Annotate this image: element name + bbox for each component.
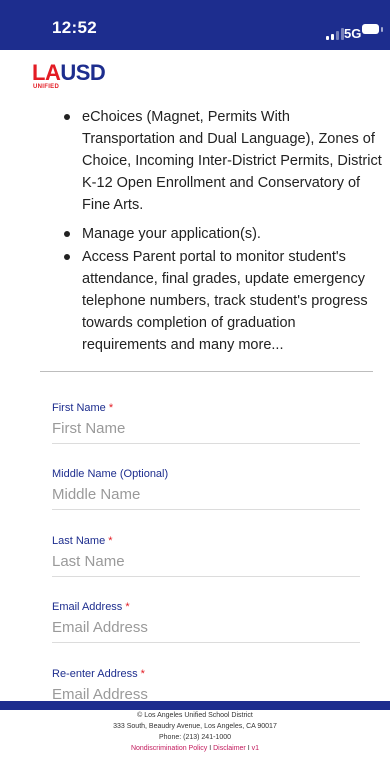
lausd-logo[interactable]: LAUSD xyxy=(32,60,106,85)
last-name-label: Last Name * xyxy=(52,534,360,548)
footer-separator: I xyxy=(247,745,250,752)
logo-usd: USD xyxy=(60,60,106,85)
email-label: Email Address * xyxy=(52,600,360,614)
list-item: eChoices (Magnet, Permits With Transport… xyxy=(64,106,382,216)
last-name-label-text: Last Name xyxy=(52,535,106,547)
first-name-field: First Name * xyxy=(52,401,360,444)
list-item: Manage your application(s). xyxy=(64,223,382,245)
signal-strength-icon xyxy=(326,28,344,40)
footer-address: 333 South, Beaudry Avenue, Los Angeles, … xyxy=(113,723,277,730)
required-marker: * xyxy=(108,402,114,414)
list-item-text: eChoices (Magnet, Permits With Transport… xyxy=(82,109,382,213)
logo-la: LA xyxy=(32,60,61,85)
email-input[interactable] xyxy=(52,617,360,643)
bullet-icon xyxy=(64,114,70,120)
section-divider xyxy=(40,371,373,372)
status-bar: 12:52 5G xyxy=(0,0,390,50)
status-time: 12:52 xyxy=(52,18,97,37)
email-confirm-label-text: Re-enter Address xyxy=(52,668,138,680)
nondiscrimination-policy-link[interactable]: Nondiscrimination Policy xyxy=(131,745,207,752)
middle-name-input[interactable] xyxy=(52,484,360,510)
page-footer: © Los Angeles Unified School District 33… xyxy=(0,710,390,776)
footer-copyright: © Los Angeles Unified School District xyxy=(137,712,253,719)
email-confirm-label: Re-enter Address * xyxy=(52,667,360,681)
email-field: Email Address * xyxy=(52,600,360,643)
logo-subtext: UNIFIED xyxy=(33,84,60,90)
footer-phone: Phone: (213) 241-1000 xyxy=(159,734,231,741)
list-item: Access Parent portal to monitor student'… xyxy=(64,246,382,356)
required-marker: * xyxy=(125,601,130,613)
first-name-label-text: First Name xyxy=(52,402,106,414)
version-label: v1 xyxy=(251,745,260,752)
middle-name-field: Middle Name (Optional) xyxy=(52,467,360,510)
battery-icon xyxy=(362,24,384,36)
required-marker: * xyxy=(108,535,113,547)
footer-links: Nondiscrimination Policy I Disclaimer I … xyxy=(0,743,390,754)
first-name-input[interactable] xyxy=(52,418,360,444)
footer-separator: I xyxy=(209,745,212,752)
last-name-input[interactable] xyxy=(52,551,360,577)
email-label-text: Email Address xyxy=(52,601,123,613)
required-marker: * xyxy=(140,668,145,680)
bullet-icon xyxy=(64,231,70,237)
middle-name-label: Middle Name (Optional) xyxy=(52,467,360,481)
disclaimer-link[interactable]: Disclaimer xyxy=(213,745,246,752)
bullet-icon xyxy=(64,254,70,260)
middle-name-label-text: Middle Name (Optional) xyxy=(52,468,169,480)
list-item-text: Access Parent portal to monitor student'… xyxy=(82,249,368,353)
first-name-label: First Name * xyxy=(52,401,360,415)
list-item-text: Manage your application(s). xyxy=(82,226,261,242)
last-name-field: Last Name * xyxy=(52,534,360,577)
footer-bar xyxy=(0,701,390,710)
network-type: 5G xyxy=(344,26,362,41)
